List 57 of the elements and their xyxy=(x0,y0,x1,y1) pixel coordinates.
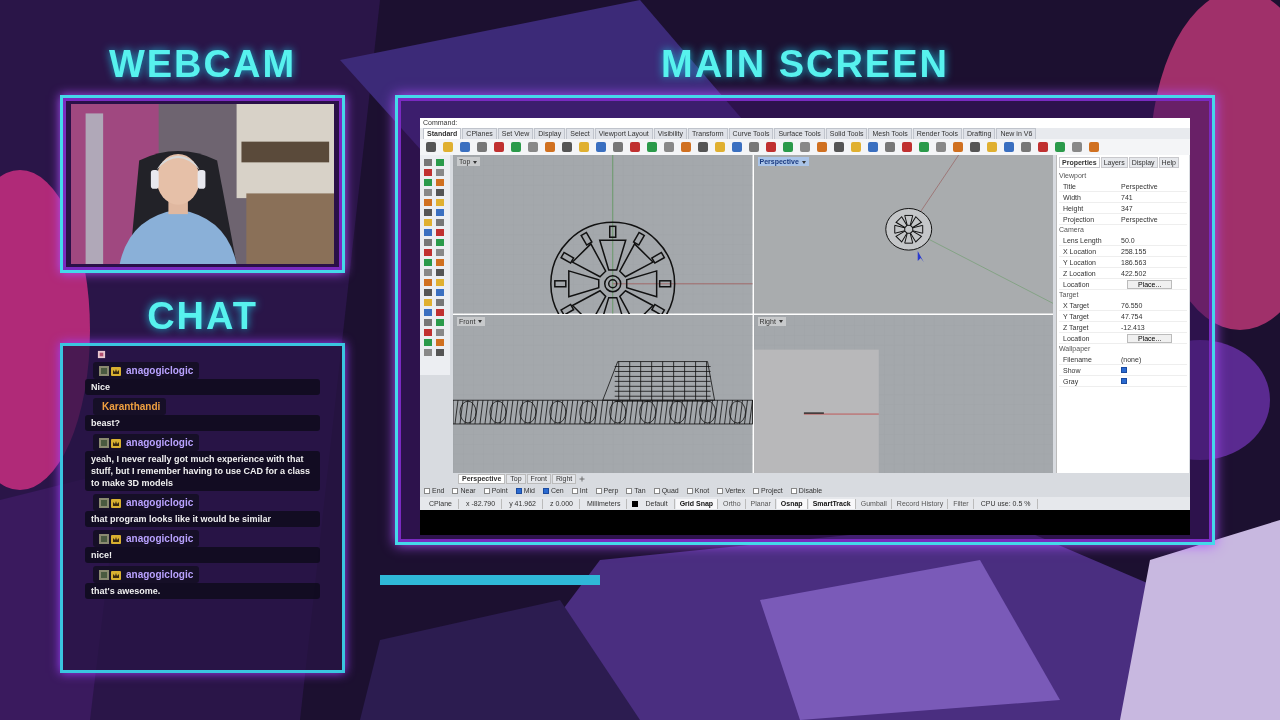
caret-icon[interactable] xyxy=(477,318,484,324)
username-tag[interactable]: anagogiclogic xyxy=(93,362,200,379)
checkbox[interactable] xyxy=(790,487,797,494)
chat-message: nice! xyxy=(85,547,320,563)
badge-icon xyxy=(99,533,109,544)
username-tag[interactable]: anagogiclogic xyxy=(93,530,200,547)
cursor-icon xyxy=(917,251,924,262)
crown-icon xyxy=(111,437,121,448)
badge-icon xyxy=(99,437,109,448)
webcam-heading: WEBCAM xyxy=(108,43,297,85)
checkbox[interactable] xyxy=(626,487,633,494)
chat-message: yeah, I never really got much experience with that stuff, but I remember having to use CAD for a class to make 3D models xyxy=(85,451,320,491)
checkbox[interactable] xyxy=(1121,378,1127,384)
chat-message: beast? xyxy=(85,415,320,431)
checkbox[interactable] xyxy=(1121,367,1127,373)
emote-icon xyxy=(97,350,106,359)
username: anagogiclogic xyxy=(126,437,194,448)
username-tag[interactable]: anagogiclogic xyxy=(93,566,200,583)
checkbox[interactable] xyxy=(424,487,430,494)
checkbox[interactable] xyxy=(542,487,549,494)
checkbox[interactable] xyxy=(595,487,602,494)
checkbox[interactable] xyxy=(686,487,693,494)
caret-icon[interactable] xyxy=(777,318,784,324)
main-screen-heading: MAIN SCREEN xyxy=(661,43,949,85)
username: anagogiclogic xyxy=(126,569,194,580)
wheel-drawing xyxy=(884,208,932,251)
chat-message: Nice xyxy=(85,379,320,395)
caret-icon[interactable] xyxy=(472,158,479,165)
crown-icon xyxy=(111,533,121,544)
checkbox[interactable] xyxy=(717,487,724,494)
crown-icon xyxy=(111,569,121,580)
layer-swatch-icon xyxy=(632,500,639,507)
checkbox[interactable] xyxy=(653,487,660,494)
badge-icon xyxy=(99,569,109,580)
username: anagogiclogic xyxy=(126,533,194,544)
checkbox[interactable] xyxy=(571,487,578,494)
checkbox[interactable] xyxy=(515,487,522,494)
username: Karanthandi xyxy=(102,401,161,412)
username: anagogiclogic xyxy=(126,365,194,376)
tool-palette-drawing[interactable] xyxy=(420,155,450,375)
crown-icon xyxy=(111,497,121,508)
badge-icon xyxy=(99,365,109,376)
crown-icon xyxy=(111,365,121,376)
username: anagogiclogic xyxy=(126,497,194,508)
badge-icon xyxy=(99,497,109,508)
caret-icon[interactable] xyxy=(800,158,807,165)
username-tag[interactable]: Karanthandi xyxy=(93,398,167,415)
checkbox[interactable] xyxy=(753,487,760,494)
chat-heading: CHAT xyxy=(147,295,258,337)
checkbox[interactable] xyxy=(483,487,490,494)
object-line xyxy=(802,411,824,414)
username-tag[interactable]: anagogiclogic xyxy=(93,434,200,451)
add-icon[interactable] xyxy=(579,475,586,482)
checkbox[interactable] xyxy=(452,487,459,494)
chat-message: that program looks like it would be similar xyxy=(85,511,320,527)
chat-message: that's awesome. xyxy=(85,583,320,599)
username-tag[interactable]: anagogiclogic xyxy=(93,494,200,511)
